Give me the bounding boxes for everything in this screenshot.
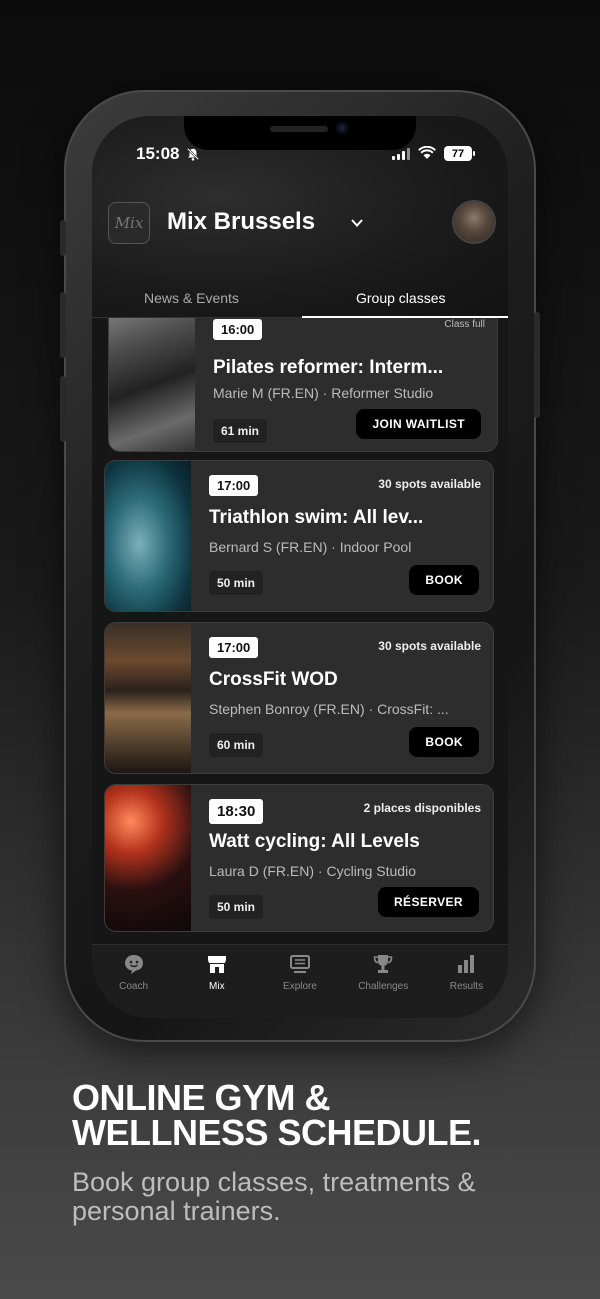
volume-down-button [60, 376, 66, 442]
headline-line-2: WELLNESS SCHEDULE. [72, 1112, 482, 1153]
class-title: Watt cycling: All Levels [209, 831, 420, 852]
gym-logo[interactable]: Mix [108, 202, 150, 244]
wifi-icon [418, 146, 436, 159]
cellular-signal-icon [392, 148, 410, 160]
store-icon [207, 956, 226, 973]
battery-indicator: 77 [444, 146, 475, 161]
bar-chart-icon [458, 955, 475, 973]
coach-name: Stephen Bonroy (FR.EN) [209, 701, 365, 717]
class-coach-location: Marie M (FR.EN) · Reformer Studio [213, 385, 434, 401]
duration-badge: 50 min [209, 571, 264, 595]
class-card[interactable]: 17:00 30 spots available Triathlon swim:… [104, 460, 494, 612]
notch [184, 116, 416, 150]
profile-avatar[interactable] [454, 202, 494, 242]
marketing-subline: Book group classes, treatments & persona… [72, 1167, 476, 1226]
power-button [534, 312, 540, 418]
duration-badge: 60 min [209, 733, 264, 757]
front-camera [336, 122, 348, 134]
location-name: Cycling Studio [326, 863, 416, 879]
class-time: 17:00 [209, 637, 259, 658]
mute-switch [60, 220, 66, 256]
class-list[interactable]: Class full 16:00 Pilates reformer: Inter… [92, 318, 508, 944]
availability-label: 30 spots available [378, 639, 481, 653]
nav-label: Challenges [358, 981, 409, 992]
class-time: 16:00 [213, 319, 263, 340]
coach-name: Marie M (FR.EN) [213, 385, 319, 401]
nav-explore[interactable]: Explore [258, 945, 341, 1018]
class-title: Triathlon swim: All lev... [209, 507, 424, 528]
nav-label: Mix [209, 981, 225, 992]
class-title: CrossFit WOD [209, 669, 338, 690]
book-button[interactable]: BOOK [409, 727, 479, 757]
class-card[interactable]: Class full 16:00 Pilates reformer: Inter… [108, 318, 498, 452]
availability-label: Class full [444, 319, 485, 330]
coach-name: Laura D (FR.EN) [209, 863, 315, 879]
join-waitlist-button[interactable]: JOIN WAITLIST [356, 409, 481, 439]
tab-news-events[interactable]: News & Events [144, 290, 239, 306]
speaker-grille [270, 126, 328, 132]
availability-label: 2 places disponibles [363, 801, 481, 815]
book-button[interactable]: BOOK [409, 565, 479, 595]
class-coach-location: Bernard S (FR.EN) · Indoor Pool [209, 539, 412, 555]
class-coach-location: Laura D (FR.EN) · Cycling Studio [209, 863, 416, 879]
class-time: 17:00 [209, 475, 259, 496]
phone-screen: 15:08 77 Mix Mix Brussels News & Events … [92, 116, 508, 1018]
marketing-headline: ONLINE GYM & WELLNESS SCHEDULE. [72, 1077, 552, 1153]
nav-results[interactable]: Results [425, 945, 508, 1018]
coach-name: Bernard S (FR.EN) [209, 539, 328, 555]
class-card[interactable]: 17:00 30 spots available CrossFit WOD St… [104, 622, 494, 774]
class-image [105, 623, 191, 773]
headline-line-1: ONLINE GYM & [72, 1077, 331, 1118]
class-title: Pilates reformer: Interm... [213, 357, 444, 378]
monitor-icon [290, 955, 310, 973]
nav-label: Results [449, 981, 484, 992]
location-name: Indoor Pool [339, 539, 412, 555]
location-name: Reformer Studio [331, 385, 434, 401]
chat-face-icon [124, 955, 143, 974]
nav-challenges[interactable]: Challenges [342, 945, 425, 1018]
location-name: CrossFit: ... [377, 701, 449, 717]
chevron-down-icon[interactable] [350, 216, 364, 230]
tab-group-classes[interactable]: Group classes [356, 290, 445, 306]
bell-off-icon [186, 147, 200, 161]
status-time: 15:08 [136, 144, 180, 163]
class-time: 18:30 [209, 799, 264, 824]
reserve-button[interactable]: RÉSERVER [377, 887, 479, 917]
nav-coach[interactable]: Coach [92, 945, 175, 1018]
class-image [109, 318, 195, 451]
nav-label: Explore [283, 981, 317, 992]
class-image [105, 785, 191, 931]
volume-up-button [60, 292, 66, 358]
nav-label: Coach [119, 981, 149, 992]
gym-selector-title[interactable]: Mix Brussels [167, 208, 315, 236]
class-card[interactable]: 18:30 2 places disponibles Watt cycling:… [104, 784, 494, 932]
duration-badge: 50 min [209, 895, 264, 919]
trophy-icon [373, 955, 393, 973]
nav-mix[interactable]: Mix [175, 945, 258, 1018]
bottom-navigation: Coach Mix Explore Challenges Results [92, 944, 508, 1018]
class-coach-location: Stephen Bonroy (FR.EN) · CrossFit: ... [209, 701, 449, 717]
availability-label: 30 spots available [378, 477, 481, 491]
class-image [105, 461, 191, 611]
duration-badge: 61 min [213, 419, 268, 443]
